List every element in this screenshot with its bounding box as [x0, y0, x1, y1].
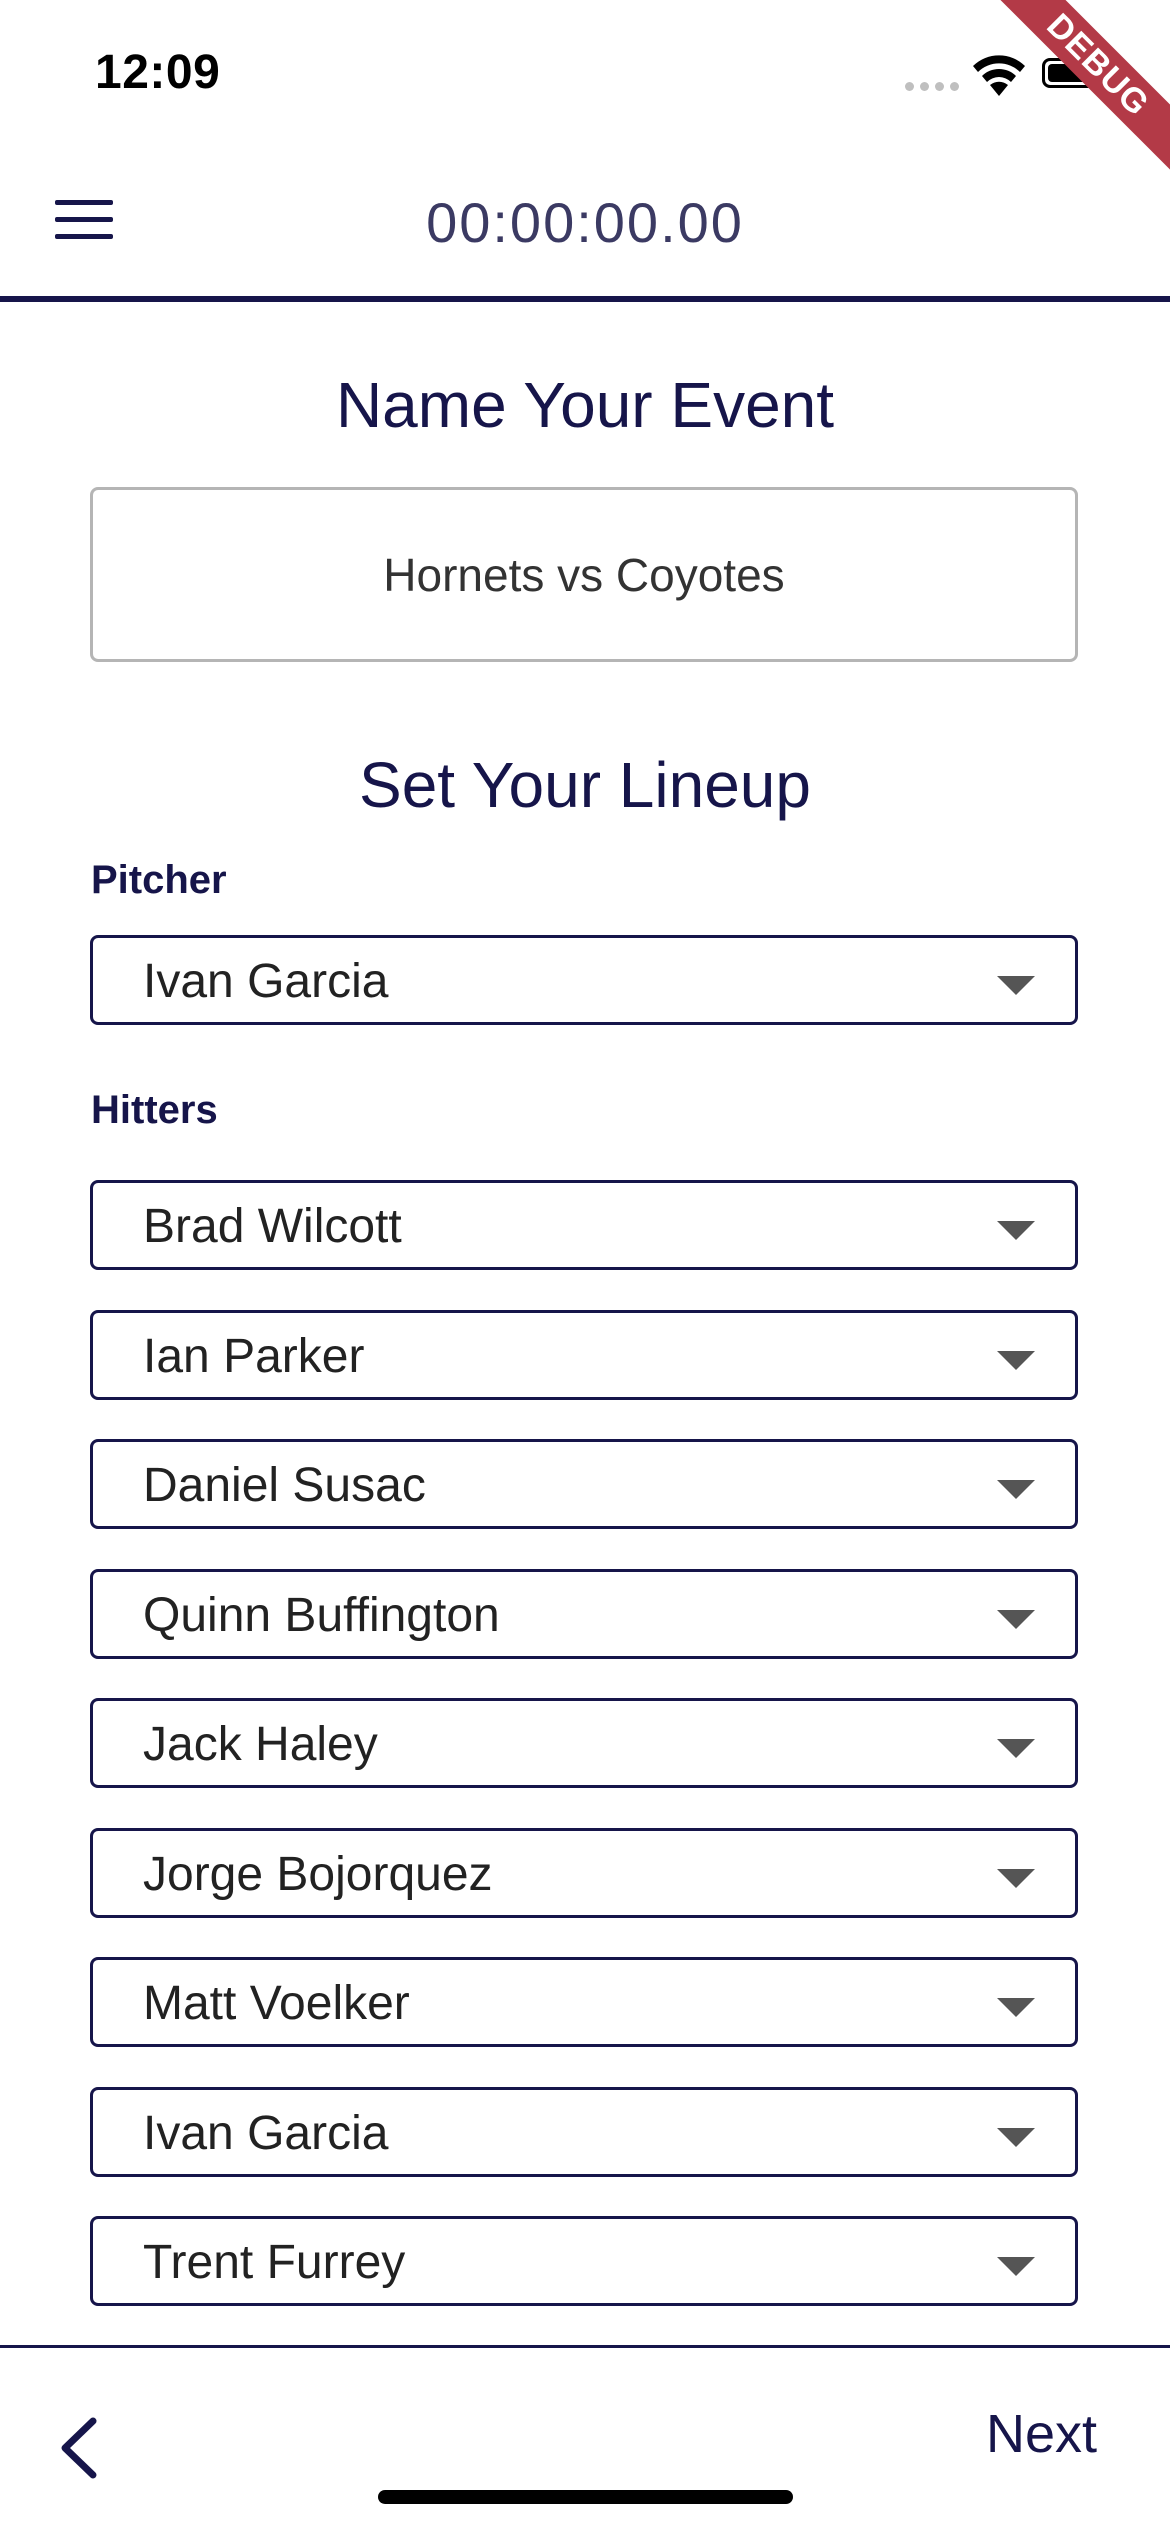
hitter-dropdown-5[interactable]: Jack Haley: [90, 1698, 1078, 1788]
hitter-dropdown-3[interactable]: Daniel Susac: [90, 1439, 1078, 1529]
dropdown-arrow-icon: [997, 1351, 1035, 1370]
next-button[interactable]: Next: [986, 2403, 1097, 2465]
dropdown-value: Ivan Garcia: [143, 2107, 389, 2160]
dropdown-value: Ivan Garcia: [143, 955, 389, 1008]
status-bar: 12:09 DEBUG: [0, 0, 1170, 188]
pitcher-dropdown[interactable]: Ivan Garcia: [90, 935, 1078, 1025]
hitter-dropdown-4[interactable]: Quinn Buffington: [90, 1569, 1078, 1659]
dropdown-arrow-icon: [997, 1998, 1035, 2017]
dropdown-arrow-icon: [997, 1221, 1035, 1240]
dropdown-value: Brad Wilcott: [143, 1200, 402, 1253]
hitter-dropdown-2[interactable]: Ian Parker: [90, 1310, 1078, 1400]
dropdown-value: Quinn Buffington: [143, 1589, 500, 1642]
dropdown-value: Matt Voelker: [143, 1977, 410, 2030]
event-name-input[interactable]: [90, 487, 1078, 662]
dropdown-value: Daniel Susac: [143, 1459, 426, 1512]
dropdown-arrow-icon: [997, 1610, 1035, 1629]
dropdown-value: Ian Parker: [143, 1330, 365, 1383]
stopwatch-timer: 00:00:00.00: [426, 191, 744, 254]
app-bar: 00:00:00.00: [0, 150, 1170, 302]
wifi-icon: [973, 55, 1025, 96]
home-indicator: [378, 2490, 793, 2504]
dropdown-value: Trent Furrey: [143, 2236, 406, 2289]
pitcher-label: Pitcher: [91, 858, 227, 902]
dropdown-arrow-icon: [997, 2257, 1035, 2276]
dropdown-value: Jack Haley: [143, 1718, 378, 1771]
hitter-dropdown-7[interactable]: Matt Voelker: [90, 1957, 1078, 2047]
hitters-label: Hitters: [91, 1088, 218, 1132]
dropdown-value: Jorge Bojorquez: [143, 1848, 493, 1901]
hitter-dropdown-9[interactable]: Trent Furrey: [90, 2216, 1078, 2306]
hitter-dropdown-6[interactable]: Jorge Bojorquez: [90, 1828, 1078, 1918]
lineup-section-title: Set Your Lineup: [359, 749, 811, 821]
cellular-signal-icon: [905, 82, 959, 91]
dropdown-arrow-icon: [997, 1739, 1035, 1758]
hitter-dropdown-1[interactable]: Brad Wilcott: [90, 1180, 1078, 1270]
hitter-dropdown-8[interactable]: Ivan Garcia: [90, 2087, 1078, 2177]
dropdown-arrow-icon: [997, 2128, 1035, 2147]
status-time: 12:09: [95, 46, 221, 99]
event-section-title: Name Your Event: [335, 369, 835, 441]
dropdown-arrow-icon: [997, 1480, 1035, 1499]
chevron-left-icon[interactable]: [55, 2413, 105, 2483]
dropdown-arrow-icon: [997, 1869, 1035, 1888]
dropdown-arrow-icon: [997, 976, 1035, 995]
